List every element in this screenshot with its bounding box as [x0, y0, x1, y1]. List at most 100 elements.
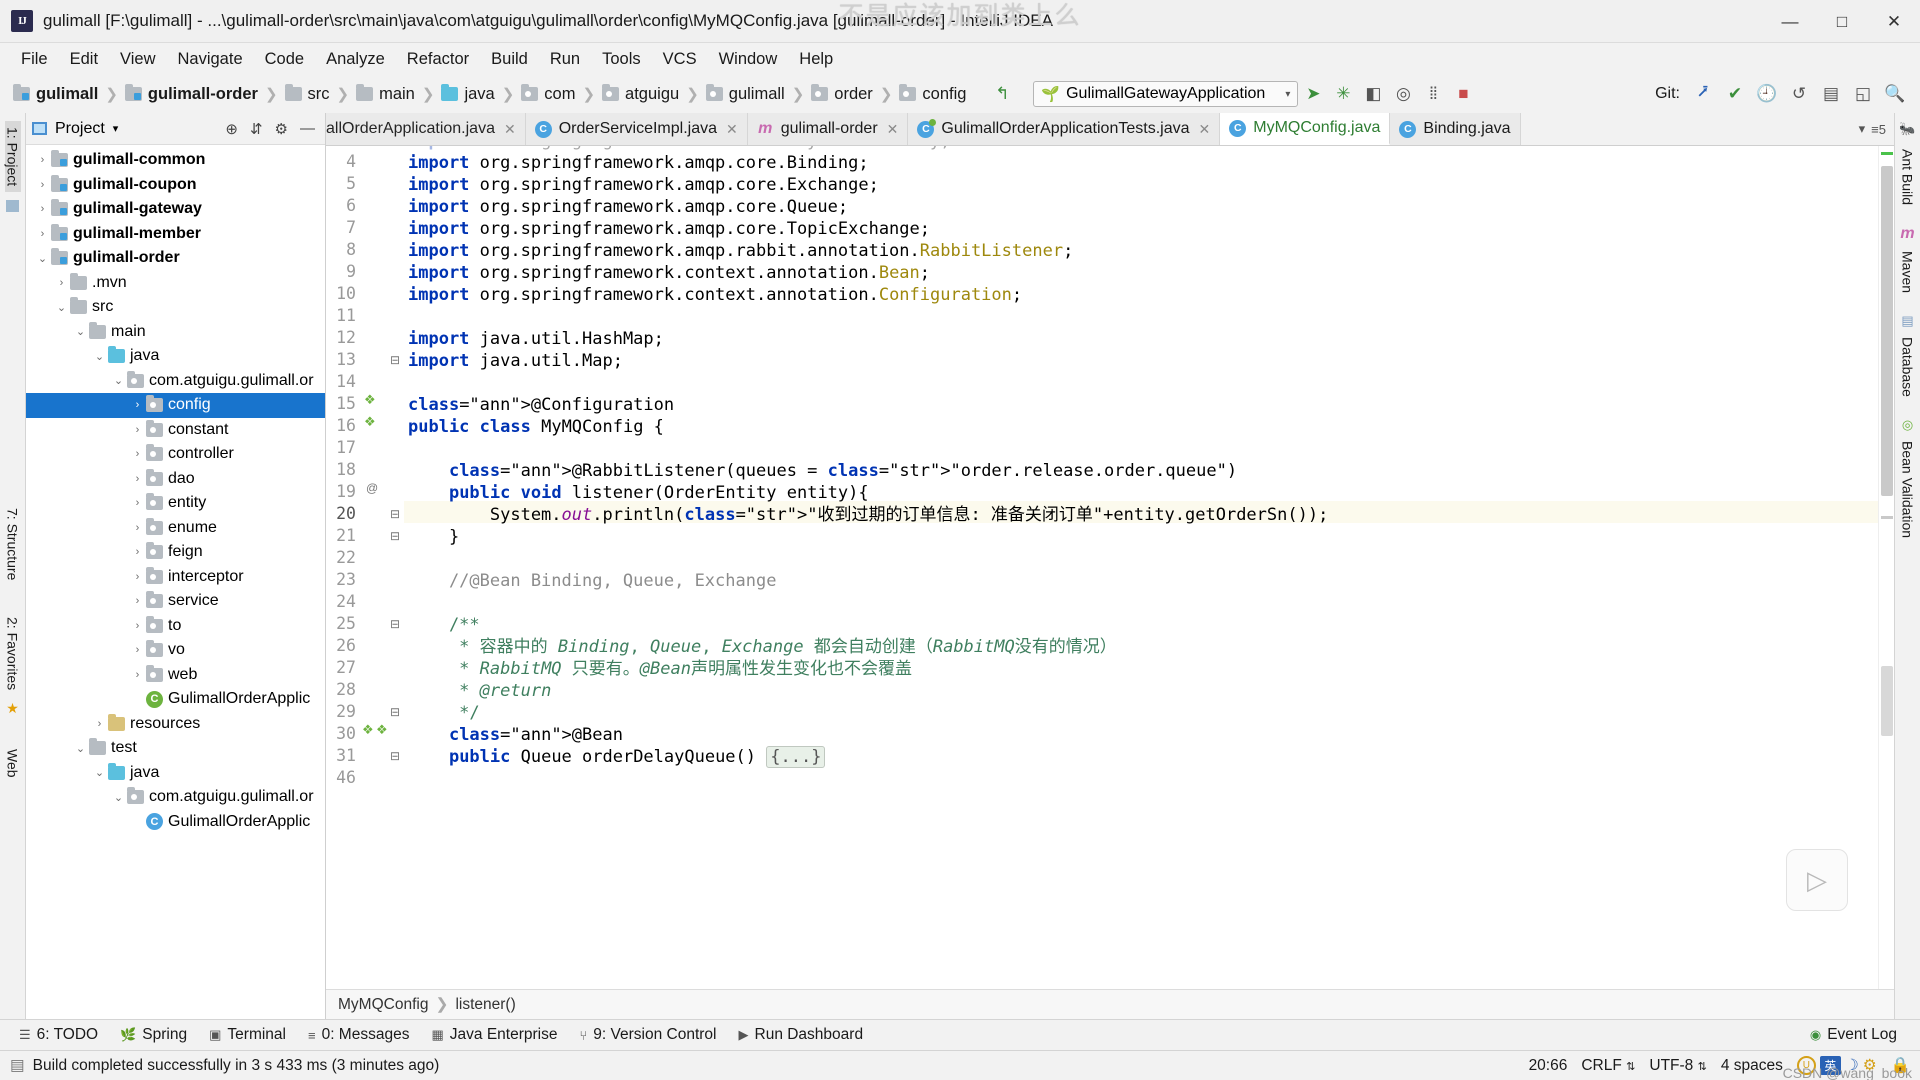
tree-item-constant[interactable]: › constant [26, 418, 325, 443]
tool-window-run-dashboard[interactable]: ▶ Run Dashboard [728, 1020, 875, 1051]
code-line[interactable]: public void listener(OrderEntity entity)… [408, 482, 869, 504]
menu-vcs[interactable]: VCS [652, 47, 708, 72]
code-fold-toggle[interactable]: ⊟ [390, 749, 400, 763]
tree-item-config[interactable]: › config [26, 393, 325, 418]
tree-item-entity[interactable]: › entity [26, 491, 325, 516]
chevron-right-icon[interactable]: › [129, 522, 146, 534]
search-everywhere-icon[interactable]: 🔍 [1880, 80, 1910, 108]
menu-build[interactable]: Build [480, 47, 539, 72]
caret-position[interactable]: 20:66 [1529, 1057, 1568, 1075]
code-fold-toggle[interactable]: ⊟ [390, 529, 400, 543]
chevron-right-icon[interactable]: › [34, 203, 51, 215]
tree-item-interceptor[interactable]: › interceptor [26, 565, 325, 590]
code-line[interactable]: class="ann">@Bean [408, 724, 623, 746]
breadcrumb-gulimall-order[interactable]: gulimall-order [122, 84, 261, 104]
code-line[interactable]: public class MyMQConfig { [408, 416, 664, 438]
tool-window-todo[interactable]: ☰ 6: TODO [8, 1020, 109, 1051]
chevron-right-icon[interactable]: › [129, 620, 146, 632]
menu-edit[interactable]: Edit [59, 47, 109, 72]
chevron-down-icon[interactable]: ⌄ [34, 252, 51, 265]
update-project-icon[interactable]: ⭷ [1688, 80, 1718, 108]
breadcrumb-config[interactable]: config [896, 84, 969, 104]
line-separator[interactable]: CRLF ⇅ [1581, 1057, 1635, 1075]
tree-item-gulimallorderapplic[interactable]: C GulimallOrderApplic [26, 687, 325, 712]
sidebar-item-ant-build[interactable]: Ant Build [1900, 141, 1916, 213]
tree-item-test[interactable]: ⌄ test [26, 736, 325, 761]
run-preview-floating-button[interactable]: ▷ [1786, 849, 1848, 911]
locate-icon[interactable]: ⊕ [225, 120, 238, 138]
code-line[interactable]: import org.springframework.context.annot… [408, 284, 1022, 306]
code-line[interactable]: } [408, 526, 459, 548]
profile-icon[interactable]: ◎ [1388, 80, 1418, 108]
settings-gear-icon[interactable]: ⚙ [275, 120, 288, 138]
code-line[interactable]: import java.util.HashMap; [408, 328, 664, 350]
editor-tab-gulimall-order-application[interactable]: allOrderApplication.java ✕ [326, 113, 526, 145]
chevron-down-icon[interactable]: ⌄ [110, 374, 127, 387]
tree-item-enume[interactable]: › enume [26, 516, 325, 541]
tree-item-gulimall-member[interactable]: › gulimall-member [26, 222, 325, 247]
status-layout-icon[interactable]: ▤ [10, 1056, 25, 1075]
menu-code[interactable]: Code [254, 47, 315, 72]
breadcrumb-atguigu[interactable]: atguigu [599, 84, 682, 104]
rollback-icon[interactable]: ↺ [1784, 80, 1814, 108]
editor-tab-gulimall-order-pom[interactable]: m gulimall-order ✕ [747, 113, 909, 145]
menu-file[interactable]: File [10, 47, 59, 72]
tool-window-event-log[interactable]: ◉ Event Log [1799, 1020, 1908, 1051]
tree-item-gulimall-order[interactable]: ⌄ gulimall-order [26, 246, 325, 271]
tree-item-gulimall-coupon[interactable]: › gulimall-coupon [26, 173, 325, 198]
editor-tab-binding[interactable]: C Binding.java [1390, 113, 1521, 145]
menu-window[interactable]: Window [708, 47, 789, 72]
tree-item-resources[interactable]: › resources [26, 712, 325, 737]
spring-bean-gutter-icon[interactable]: ❖ [376, 722, 388, 738]
code-line[interactable]: * RabbitMQ 只要有。@Bean声明属性发生变化也不会覆盖 [408, 658, 912, 680]
tree-item-com-atguigu-gulimall-or[interactable]: ⌄ com.atguigu.gulimall.or [26, 369, 325, 394]
breadcrumb-gulimall-pkg[interactable]: gulimall [703, 84, 788, 104]
chevron-right-icon[interactable]: › [53, 277, 70, 289]
editor-scrollbar-thumb-2[interactable] [1881, 666, 1893, 736]
menu-refactor[interactable]: Refactor [396, 47, 480, 72]
breadcrumb-class[interactable]: MyMQConfig [338, 996, 428, 1014]
chevron-right-icon[interactable]: › [129, 571, 146, 583]
code-line[interactable]: */ [408, 702, 479, 724]
code-line[interactable]: import org.springframework.amqp.core.Top… [408, 218, 930, 240]
code-line[interactable]: public Queue orderDelayQueue() {...} [408, 746, 826, 768]
sidebar-item-bean-validation[interactable]: Bean Validation [1900, 433, 1916, 546]
menu-tools[interactable]: Tools [591, 47, 652, 72]
code-line[interactable]: class="ann">@RabbitListener(queues = cla… [408, 460, 1237, 482]
chevron-down-icon[interactable]: ⌄ [72, 325, 89, 338]
tree-item-dao[interactable]: › dao [26, 467, 325, 492]
chevron-right-icon[interactable]: › [91, 718, 108, 730]
code-content[interactable]: import com.atguigu.gulimall.order.entity… [404, 146, 1878, 989]
code-line[interactable]: import org.springframework.amqp.core.Que… [408, 196, 848, 218]
tree-item-java[interactable]: ⌄ java [26, 761, 325, 786]
spring-bean-gutter-icon[interactable]: ❖ [362, 722, 374, 738]
chevron-down-icon[interactable]: ⌄ [53, 301, 70, 314]
code-line[interactable]: import org.springframework.amqp.core.Bin… [408, 152, 869, 174]
tree-item-service[interactable]: › service [26, 589, 325, 614]
close-button[interactable]: ✕ [1868, 0, 1920, 43]
code-line[interactable]: import org.springframework.context.annot… [408, 262, 930, 284]
tree-item-main[interactable]: ⌄ main [26, 320, 325, 345]
code-line[interactable]: import org.springframework.amqp.rabbit.a… [408, 240, 1073, 262]
sidebar-item-database[interactable]: Database [1900, 329, 1916, 405]
collapse-all-icon[interactable]: ⇵ [250, 120, 263, 138]
hide-panel-icon[interactable]: — [300, 120, 315, 138]
code-line[interactable]: /** [408, 614, 480, 636]
sidebar-item-web[interactable]: Web [5, 743, 21, 784]
tree-item-com-atguigu-gulimall-or[interactable]: ⌄ com.atguigu.gulimall.or [26, 785, 325, 810]
code-fold-toggle[interactable]: ⊟ [390, 705, 400, 719]
sidebar-item-maven[interactable]: Maven [1900, 243, 1916, 301]
code-line[interactable]: class="ann">@Configuration [408, 394, 674, 416]
annotation-gutter-icon[interactable]: @ [366, 480, 378, 495]
tree-item-java[interactable]: ⌄ java [26, 344, 325, 369]
editor-tab-order-service-impl[interactable]: C OrderServiceImpl.java ✕ [525, 113, 748, 145]
breadcrumb-gulimall[interactable]: gulimall [10, 84, 101, 104]
tree-item-web[interactable]: › web [26, 663, 325, 688]
editor-tab-gulimall-order-application-tests[interactable]: C GulimallOrderApplicationTests.java ✕ [908, 113, 1221, 145]
chevron-right-icon[interactable]: › [129, 546, 146, 558]
tool-window-java-enterprise[interactable]: ▦ Java Enterprise [420, 1020, 568, 1051]
tool-window-spring[interactable]: 🌿 Spring [109, 1020, 198, 1051]
tool-window-version-control[interactable]: ⑂ 9: Version Control [568, 1020, 727, 1051]
attach-icon[interactable]: ⦙⦙ [1418, 80, 1448, 108]
run-configuration-selector[interactable]: 🌱 GulimallGatewayApplication ▾ [1033, 81, 1299, 107]
